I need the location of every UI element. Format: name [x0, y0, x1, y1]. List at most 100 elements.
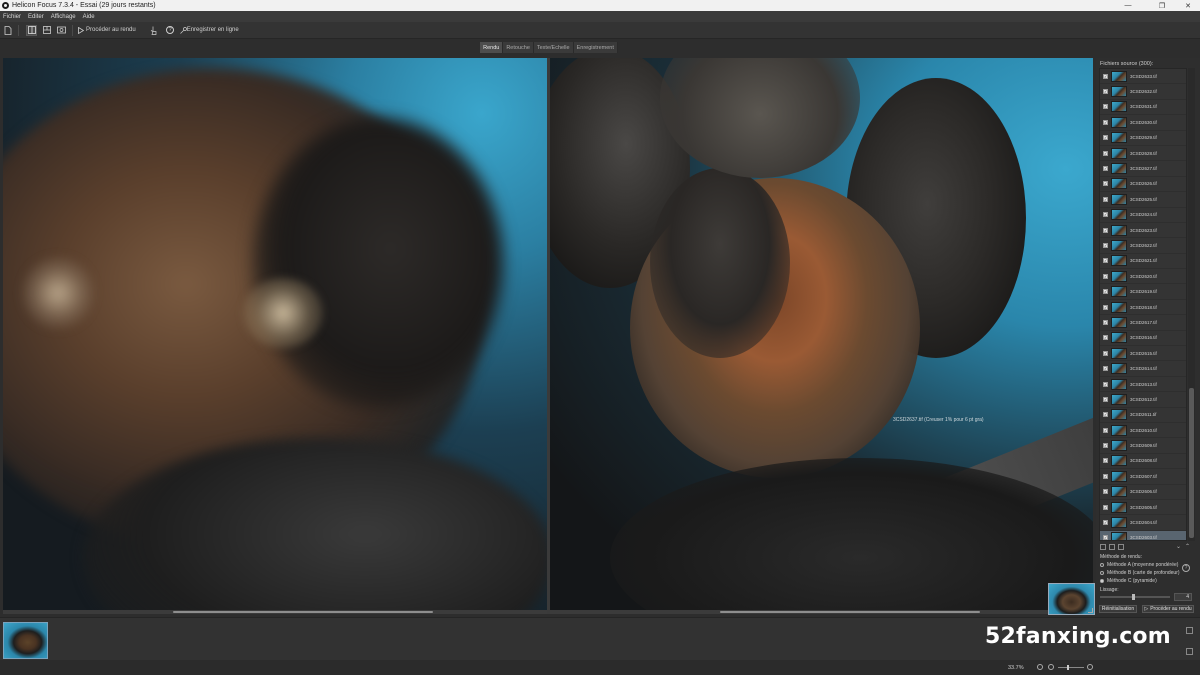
file-checkbox[interactable]: ✓: [1103, 350, 1108, 356]
list-item[interactable]: ✓ 3CSD2632.tif: [1100, 84, 1186, 100]
file-checkbox[interactable]: ✓: [1103, 104, 1108, 110]
file-checkbox[interactable]: ✓: [1103, 319, 1108, 325]
scroll-thumb[interactable]: [173, 611, 433, 613]
new-file-icon[interactable]: [2, 25, 13, 36]
list-item[interactable]: ✓ 3CSD2630.tif: [1100, 115, 1186, 131]
file-checkbox[interactable]: ✓: [1103, 258, 1108, 264]
zoom-slider-knob[interactable]: [1067, 665, 1069, 670]
menu-affichage[interactable]: Affichage: [51, 14, 76, 20]
method-c-option[interactable]: Méthode C (pyramide): [1100, 578, 1157, 584]
list-item[interactable]: ✓ 3CSD2606.tif: [1100, 485, 1186, 500]
radio-method-a[interactable]: [1100, 563, 1104, 567]
chevron-down-icon[interactable]: ⌄: [1176, 543, 1181, 550]
list-item[interactable]: ✓ 3CSD2609.tif: [1100, 438, 1186, 454]
file-checkbox[interactable]: ✓: [1103, 166, 1108, 172]
file-checkbox[interactable]: ✓: [1103, 535, 1108, 540]
zoom-fit-icon[interactable]: [1037, 664, 1043, 670]
file-checkbox[interactable]: ✓: [1103, 335, 1108, 341]
refresh-icon[interactable]: [1118, 544, 1124, 550]
list-item[interactable]: ✓ 3CSD2607.tif: [1100, 469, 1186, 485]
render-button[interactable]: ▷ Procéder au rendu: [1142, 605, 1194, 613]
scroll-thumb[interactable]: [1189, 388, 1194, 538]
close-button[interactable]: ✕: [1176, 0, 1200, 11]
minimize-button[interactable]: —: [1116, 0, 1140, 11]
file-checkbox[interactable]: ✓: [1103, 89, 1108, 95]
menu-fichier[interactable]: Fichier: [3, 14, 21, 20]
scroll-thumb[interactable]: [720, 611, 980, 613]
delete-output-icon[interactable]: [1186, 648, 1193, 655]
list-item[interactable]: ✓ 3CSD2628.tif: [1100, 146, 1186, 162]
tab-texte-echelle[interactable]: Texte/Echelle: [533, 42, 574, 53]
file-checkbox[interactable]: ✓: [1103, 227, 1108, 233]
file-checkbox[interactable]: ✓: [1103, 181, 1108, 187]
list-item[interactable]: ✓ 3CSD2615.tif: [1100, 346, 1186, 362]
output-thumbnail[interactable]: [3, 622, 48, 659]
list-item[interactable]: ✓ 3CSD2603.tif: [1100, 530, 1186, 540]
tab-enregistrement[interactable]: Enregistrement: [573, 42, 618, 53]
list-item[interactable]: ✓ 3CSD2619.tif: [1100, 284, 1186, 300]
help-toolbar-button[interactable]: ?: [165, 25, 176, 36]
file-checkbox[interactable]: ✓: [1103, 504, 1108, 510]
add-files-icon[interactable]: [1100, 544, 1106, 550]
file-checkbox[interactable]: ✓: [1103, 73, 1108, 79]
list-item[interactable]: ✓ 3CSD2629.tif: [1100, 131, 1186, 146]
tab-retouche[interactable]: Retouche: [503, 42, 534, 53]
list-item[interactable]: ✓ 3CSD2624.tif: [1100, 208, 1186, 223]
file-checkbox[interactable]: ✓: [1103, 212, 1108, 218]
file-list-scrollbar[interactable]: [1188, 68, 1195, 541]
save-output-icon[interactable]: [1186, 627, 1193, 634]
smoothing-spinbox[interactable]: 4: [1174, 593, 1192, 601]
split-view-icon[interactable]: [41, 25, 52, 36]
file-checkbox[interactable]: ✓: [1103, 427, 1108, 433]
list-item[interactable]: ✓ 3CSD2612.tif: [1100, 392, 1186, 408]
list-item[interactable]: ✓ 3CSD2616.tif: [1100, 331, 1186, 347]
tab-rendu[interactable]: Rendu: [480, 42, 504, 53]
maximize-button[interactable]: ❐: [1150, 0, 1174, 11]
file-checkbox[interactable]: ✓: [1103, 150, 1108, 156]
file-checkbox[interactable]: ✓: [1103, 396, 1108, 402]
reset-button[interactable]: Réinitialisation: [1099, 605, 1137, 613]
file-checkbox[interactable]: ✓: [1103, 366, 1108, 372]
file-checkbox[interactable]: ✓: [1103, 489, 1108, 495]
file-checkbox[interactable]: ✓: [1103, 381, 1108, 387]
source-file-list[interactable]: ✓ 3CSD2633.tif ✓ 3CSD2632.tif ✓ 3CSD2631.tif ✓…: [1099, 68, 1187, 541]
file-checkbox[interactable]: ✓: [1103, 443, 1108, 449]
list-item[interactable]: ✓ 3CSD2608.tif: [1100, 454, 1186, 470]
menu-editer[interactable]: Editer: [28, 14, 44, 20]
list-item[interactable]: ✓ 3CSD2618.tif: [1100, 300, 1186, 316]
list-item[interactable]: ✓ 3CSD2633.tif: [1100, 69, 1186, 85]
render-method-help-icon[interactable]: ?: [1182, 564, 1190, 572]
file-checkbox[interactable]: ✓: [1103, 119, 1108, 125]
render-toolbar-button[interactable]: Procéder au rendu: [78, 24, 136, 37]
list-item[interactable]: ✓ 3CSD2626.tif: [1100, 177, 1186, 193]
file-checkbox[interactable]: ✓: [1103, 473, 1108, 479]
navigator-preview-thumbnail[interactable]: [1048, 583, 1095, 615]
source-horizontal-scrollbar[interactable]: [3, 610, 547, 614]
list-item[interactable]: ✓ 3CSD2614.tif: [1100, 361, 1186, 377]
list-item[interactable]: ✓ 3CSD2625.tif: [1100, 192, 1186, 208]
radio-method-c[interactable]: [1100, 579, 1104, 583]
smoothing-slider[interactable]: [1100, 594, 1170, 600]
list-item[interactable]: ✓ 3CSD2622.tif: [1100, 238, 1186, 254]
list-item[interactable]: ✓ 3CSD2604.tif: [1100, 515, 1186, 531]
list-item[interactable]: ✓ 3CSD2610.tif: [1100, 423, 1186, 439]
list-item[interactable]: ✓ 3CSD2621.tif: [1100, 254, 1186, 270]
list-item[interactable]: ✓ 3CSD2605.tif: [1100, 500, 1186, 516]
pointer-hand-icon[interactable]: [148, 25, 159, 36]
result-horizontal-scrollbar[interactable]: [550, 610, 1093, 614]
source-image-viewer[interactable]: [3, 58, 547, 614]
file-checkbox[interactable]: ✓: [1103, 289, 1108, 295]
menu-aide[interactable]: Aide: [83, 14, 95, 20]
list-item[interactable]: ✓ 3CSD2611.tif: [1100, 408, 1186, 423]
slider-knob[interactable]: [1132, 594, 1135, 600]
file-checkbox[interactable]: ✓: [1103, 458, 1108, 464]
zoom-in-icon[interactable]: [1087, 664, 1093, 670]
file-checkbox[interactable]: ✓: [1103, 304, 1108, 310]
list-item[interactable]: ✓ 3CSD2613.tif: [1100, 377, 1186, 393]
file-checkbox[interactable]: ✓: [1103, 196, 1108, 202]
radio-method-b[interactable]: [1100, 571, 1104, 575]
list-item[interactable]: ✓ 3CSD2617.tif: [1100, 315, 1186, 331]
file-checkbox[interactable]: ✓: [1103, 412, 1108, 418]
file-checkbox[interactable]: ✓: [1103, 273, 1108, 279]
zoom-slider[interactable]: [1058, 665, 1084, 670]
